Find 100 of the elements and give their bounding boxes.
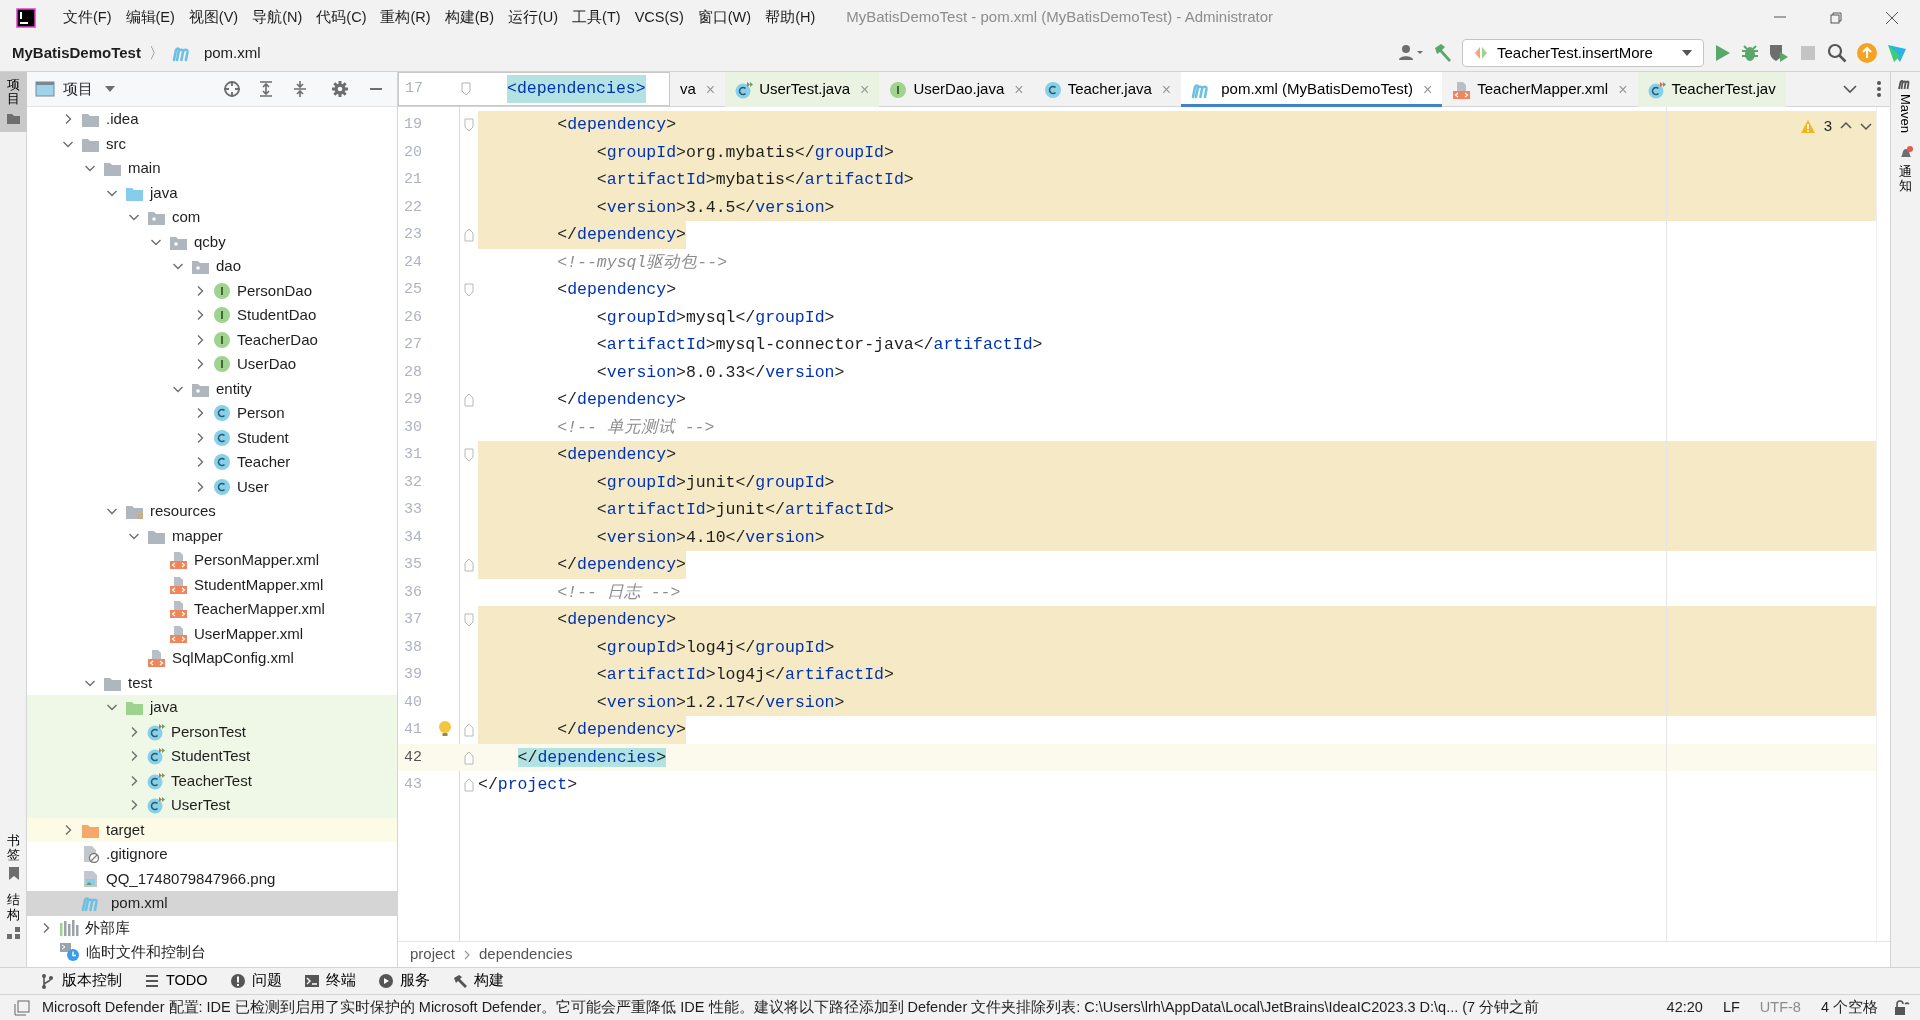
tree-item[interactable]: StudentTest	[27, 744, 397, 769]
tree-item[interactable]: resources	[27, 499, 397, 524]
tree-item[interactable]: test	[27, 670, 397, 695]
tree-item[interactable]: java	[27, 695, 397, 720]
breadcrumb-item[interactable]: pom.xml	[203, 41, 261, 65]
menu-item[interactable]: 重构(R)	[373, 6, 438, 29]
tree-item[interactable]: entity	[27, 376, 397, 401]
expand-all-icon[interactable]	[257, 80, 275, 98]
tool-window-tab[interactable]: 通知	[1890, 139, 1920, 200]
fold-marker-icon[interactable]	[464, 118, 474, 132]
fold-marker-icon[interactable]	[464, 228, 474, 242]
tool-window-button[interactable]: TODO	[144, 970, 208, 992]
tree-item[interactable]: .idea	[27, 107, 397, 132]
shield-run-icon[interactable]	[1768, 43, 1790, 63]
lock-icon[interactable]	[1894, 999, 1910, 1016]
breadcrumb-item[interactable]: project	[410, 943, 456, 966]
fold-marker-icon[interactable]	[464, 283, 474, 297]
tree-item[interactable]: SqlMapConfig.xml	[27, 646, 397, 671]
run-configuration-dropdown[interactable]: TeacherTest.insertMore	[1462, 39, 1704, 67]
tree-item[interactable]: qcby	[27, 229, 397, 254]
fold-marker-icon[interactable]	[464, 558, 474, 572]
tool-window-button[interactable]: 服务	[377, 970, 430, 992]
more-icon[interactable]	[1876, 80, 1882, 98]
tree-item[interactable]: src	[27, 131, 397, 156]
tree-item[interactable]: PersonTest	[27, 719, 397, 744]
menu-item[interactable]: 工具(T)	[565, 6, 628, 29]
tree-item[interactable]: User	[27, 474, 397, 499]
tree-item[interactable]: java	[27, 180, 397, 205]
status-message[interactable]: Microsoft Defender 配置: IDE 已检测到启用了实时保护的 Microsoft Defender。它可能会严重降低 IDE 性能。建议将以下路径添加到 Defender 文件夹排除列表: C:\Users\lrh\AppData\Local\JetBrains\IdeaIC2023.3 D:\q... (7 分钟之前	[42, 996, 1540, 1019]
editor-tab[interactable]: TeacherMapper.xml ×	[1442, 72, 1638, 107]
editor-tab[interactable]: pom.xml (MyBatisDemoTest) ×	[1181, 72, 1443, 107]
tree-item[interactable]: Teacher	[27, 450, 397, 475]
tree-item[interactable]: .gitignore	[27, 842, 397, 867]
tree-item[interactable]: QQ_1748079847966.png	[27, 866, 397, 891]
tree-item[interactable]: Person	[27, 401, 397, 426]
fold-marker-icon[interactable]	[464, 778, 474, 792]
menu-item[interactable]: 代码(C)	[309, 6, 374, 29]
tree-item[interactable]: PersonMapper.xml	[27, 548, 397, 573]
tree-item[interactable]: 外部库	[27, 915, 397, 940]
editor-tab[interactable]: va ×	[670, 72, 726, 107]
tree-item[interactable]: 临时文件和控制台	[27, 940, 397, 965]
tool-window-tab[interactable]: Maven	[1890, 72, 1920, 140]
user-icon[interactable]	[1398, 43, 1424, 63]
menu-item[interactable]: 编辑(E)	[118, 6, 182, 29]
menu-item[interactable]: 构建(B)	[437, 6, 501, 29]
fold-marker-icon[interactable]	[464, 393, 474, 407]
tree-item[interactable]: mapper	[27, 523, 397, 548]
indent-setting[interactable]: 4 个空格	[1820, 996, 1878, 1019]
fold-marker-icon[interactable]	[464, 750, 474, 765]
tool-window-tab[interactable]: 结构	[0, 887, 27, 947]
breadcrumb-item[interactable]: dependencies	[479, 943, 573, 966]
tree-item[interactable]: pom.xml	[27, 891, 397, 916]
editor-tab[interactable]: TeacherTest.jav	[1637, 72, 1786, 107]
tree-item[interactable]: StudentMapper.xml	[27, 572, 397, 597]
tree-item[interactable]: PersonDao	[27, 278, 397, 303]
editor-tab[interactable]: Teacher.java ×	[1033, 72, 1182, 107]
update-icon[interactable]	[1856, 42, 1878, 64]
menu-item[interactable]: 帮助(H)	[758, 6, 823, 29]
menu-item[interactable]: 文件(F)	[56, 6, 119, 29]
tool-window-button[interactable]: 终端	[303, 970, 356, 992]
tree-item[interactable]: Student	[27, 425, 397, 450]
search-icon[interactable]	[1826, 42, 1848, 64]
fold-marker-icon[interactable]	[464, 723, 474, 737]
fold-marker-icon[interactable]	[464, 448, 474, 462]
settings-icon[interactable]	[331, 80, 349, 98]
warnings-indicator[interactable]: 3	[1799, 115, 1872, 138]
lightbulb-icon[interactable]	[438, 720, 452, 738]
cursor-position[interactable]: 42:20	[1666, 996, 1703, 1019]
tool-window-button[interactable]: 问题	[229, 970, 282, 992]
tree-item[interactable]: TeacherDao	[27, 327, 397, 352]
menu-item[interactable]: 视图(V)	[181, 6, 246, 29]
collapse-all-icon[interactable]	[291, 80, 309, 98]
tree-item[interactable]: UserMapper.xml	[27, 621, 397, 646]
menu-item[interactable]: 导航(N)	[245, 6, 310, 29]
menu-item[interactable]: 运行(U)	[500, 6, 566, 29]
tool-window-button[interactable]: 构建	[451, 970, 504, 992]
tool-window-tab[interactable]: 书签	[0, 827, 27, 888]
tool-window-button[interactable]: 版本控制	[40, 970, 122, 992]
breadcrumb-item[interactable]: MyBatisDemoTest	[12, 41, 141, 65]
app-logo-icon[interactable]	[1886, 42, 1908, 64]
tree-item[interactable]: com	[27, 205, 397, 230]
locate-icon[interactable]	[223, 80, 241, 98]
panel-title-dropdown[interactable]: 项目	[63, 77, 119, 101]
tree-item[interactable]: TeacherTest	[27, 768, 397, 793]
tree-item[interactable]: main	[27, 156, 397, 181]
tree-item[interactable]: TeacherMapper.xml	[27, 597, 397, 622]
tree-item[interactable]: target	[27, 817, 397, 842]
fold-marker-icon[interactable]	[464, 613, 474, 627]
menu-item[interactable]: VCS(S)	[627, 6, 691, 29]
tree-item[interactable]: StudentDao	[27, 303, 397, 328]
editor-tab[interactable]: UserDao.java ×	[879, 72, 1034, 107]
editor-tab[interactable]: UserTest.java ×	[725, 72, 880, 107]
message-icon[interactable]	[14, 999, 30, 1016]
menu-item[interactable]: 窗口(W)	[690, 6, 759, 29]
bug-icon[interactable]	[1740, 43, 1760, 63]
tree-item[interactable]: UserDao	[27, 352, 397, 377]
tool-window-tab[interactable]: 项目	[0, 72, 27, 132]
tree-item[interactable]: dao	[27, 254, 397, 279]
tree-item[interactable]: UserTest	[27, 793, 397, 818]
hammer-icon[interactable]	[1432, 42, 1454, 64]
